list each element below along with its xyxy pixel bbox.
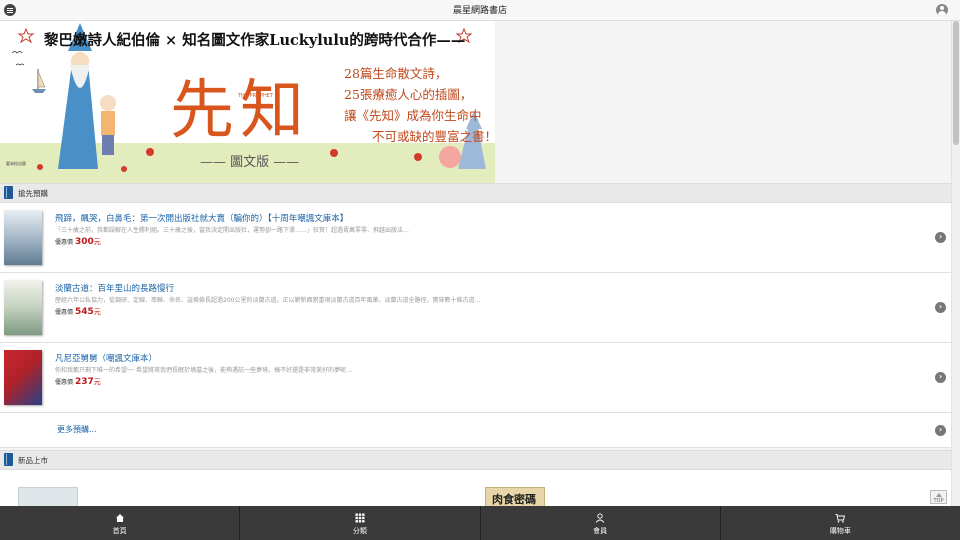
book-cover[interactable] <box>4 350 42 405</box>
price-unit: 元 <box>93 308 101 316</box>
banner-tagline: 28篇生命散文詩， 25張療癒人心的插圖， 讓《先知》成為你生命中 不可或缺的豐… <box>344 63 495 147</box>
nav-label: 購物車 <box>829 527 851 535</box>
price-line: 優惠價 545元 <box>55 307 101 317</box>
chevron-right-icon[interactable]: › <box>935 425 946 436</box>
back-to-top-button[interactable]: TOP <box>930 490 947 504</box>
more-preorder-link[interactable]: 更多預購... <box>57 424 97 435</box>
banner-big-title: 先知 <box>170 74 310 148</box>
book-title[interactable]: 凡尼亞舅舅（嘲諷文庫本） <box>55 352 157 364</box>
nav-label: 分類 <box>352 527 367 535</box>
price-line: 優惠價 237元 <box>55 377 101 387</box>
user-icon <box>595 513 605 523</box>
price-prefix: 優惠價 <box>55 379 74 386</box>
more-preorder-row[interactable]: 更多預購... › <box>0 413 951 448</box>
tagline-line: 讓《先知》成為你生命中 <box>344 108 482 123</box>
book-cover[interactable] <box>18 487 78 506</box>
product-row[interactable]: 凡尼亞舅舅（嘲諷文庫本） 你和我都只剩下唯一的希望── 希望將來我們長眠於墳墓之… <box>0 343 951 413</box>
nav-member[interactable]: 會員 <box>481 506 721 540</box>
book-description: 「三十歲之前，我都誤解在人生勝利組。三十歲之後，當我決定開出版社，運勢卻一路下滑… <box>55 227 410 234</box>
section-title: 搶先預購 <box>18 189 48 198</box>
top-header: 晨星網路書店 <box>0 0 960 21</box>
section-header-new-arrivals: 新品上市 <box>0 450 951 470</box>
price-line: 優惠價 300元 <box>55 237 101 247</box>
price-value: 545 <box>74 307 94 317</box>
price-prefix: 優惠價 <box>55 309 74 316</box>
chevron-right-icon[interactable]: › <box>935 302 946 313</box>
account-icon[interactable] <box>936 4 948 16</box>
tagline-line: 不可或缺的豐富之書！ <box>372 129 495 144</box>
book-title[interactable]: 淡蘭古道：百年里山的長路慢行 <box>55 282 174 294</box>
section-header-preorder: 搶先預購 <box>0 183 951 203</box>
new-arrivals-carousel[interactable]: 肉食密碼 TOP <box>0 470 951 506</box>
price-unit: 元 <box>93 238 101 246</box>
site-title: 晨星網路書店 <box>452 6 507 16</box>
nav-label: 會員 <box>593 527 608 535</box>
publisher-logo: 愛米粒出版 <box>6 161 26 166</box>
chevron-right-icon[interactable]: › <box>935 232 946 243</box>
banner-subtitle-small: THE PROPHET <box>238 93 273 99</box>
page-scrollbar[interactable] <box>951 21 960 506</box>
price-value: 300 <box>74 237 94 247</box>
banner-headline: 黎巴嫩詩人紀伯倫 × 知名圖文作家Luckylulu的跨時代合作—— <box>44 32 466 49</box>
book-icon <box>4 186 13 199</box>
home-icon <box>115 514 124 522</box>
scrollbar-thumb[interactable] <box>953 21 959 145</box>
grid-icon <box>355 513 365 523</box>
book-title[interactable]: 飛蹄，飆哭，白鼻毛：第一次開出版社就大賣（騙你的）【十周年嘲諷文庫本】 <box>55 212 348 224</box>
tagline-line: 28篇生命散文詩， <box>344 66 448 81</box>
book-cover[interactable] <box>4 280 42 335</box>
book-cover[interactable]: 肉食密碼 <box>485 487 545 506</box>
banner-edition: —— 圖文版 —— <box>200 155 300 170</box>
section-title: 新品上市 <box>18 456 48 465</box>
nav-label: 首頁 <box>112 527 127 535</box>
book-cover-title: 肉食密碼 <box>492 493 536 506</box>
nav-home[interactable]: 首頁 <box>0 506 241 540</box>
price-prefix: 優惠價 <box>55 239 74 246</box>
book-icon <box>4 453 13 466</box>
price-value: 237 <box>74 377 94 387</box>
nav-categories[interactable]: 分類 <box>240 506 481 540</box>
cart-icon <box>835 514 846 523</box>
product-row[interactable]: 飛蹄，飆哭，白鼻毛：第一次開出版社就大賣（騙你的）【十周年嘲諷文庫本】 「三十歲… <box>0 203 951 273</box>
nav-cart[interactable]: 購物車 <box>721 506 960 540</box>
product-row[interactable]: 淡蘭古道：百年里山的長路慢行 歷經六年公私協力，從調研、定線、串聯、命名、這條條… <box>0 273 951 343</box>
chevron-right-icon[interactable]: › <box>935 372 946 383</box>
price-unit: 元 <box>93 378 101 386</box>
book-description: 歷經六年公私協力，從調研、定線、串聯、命名、這條條長超過200公里的淡蘭古道，正… <box>55 297 481 304</box>
book-cover[interactable] <box>4 210 42 265</box>
bottom-navigation: 首頁 分類 會員 購物車 <box>0 506 960 540</box>
tagline-line: 25張療癒人心的插圖， <box>344 87 473 102</box>
book-description: 你和我都只剩下唯一的希望── 希望將來我們長眠於墳墓之後，能夠遇訪一些夢境，搞不… <box>55 367 353 374</box>
promo-banner[interactable]: 黎巴嫩詩人紀伯倫 × 知名圖文作家Luckylulu的跨時代合作—— 先知 TH… <box>0 21 495 183</box>
